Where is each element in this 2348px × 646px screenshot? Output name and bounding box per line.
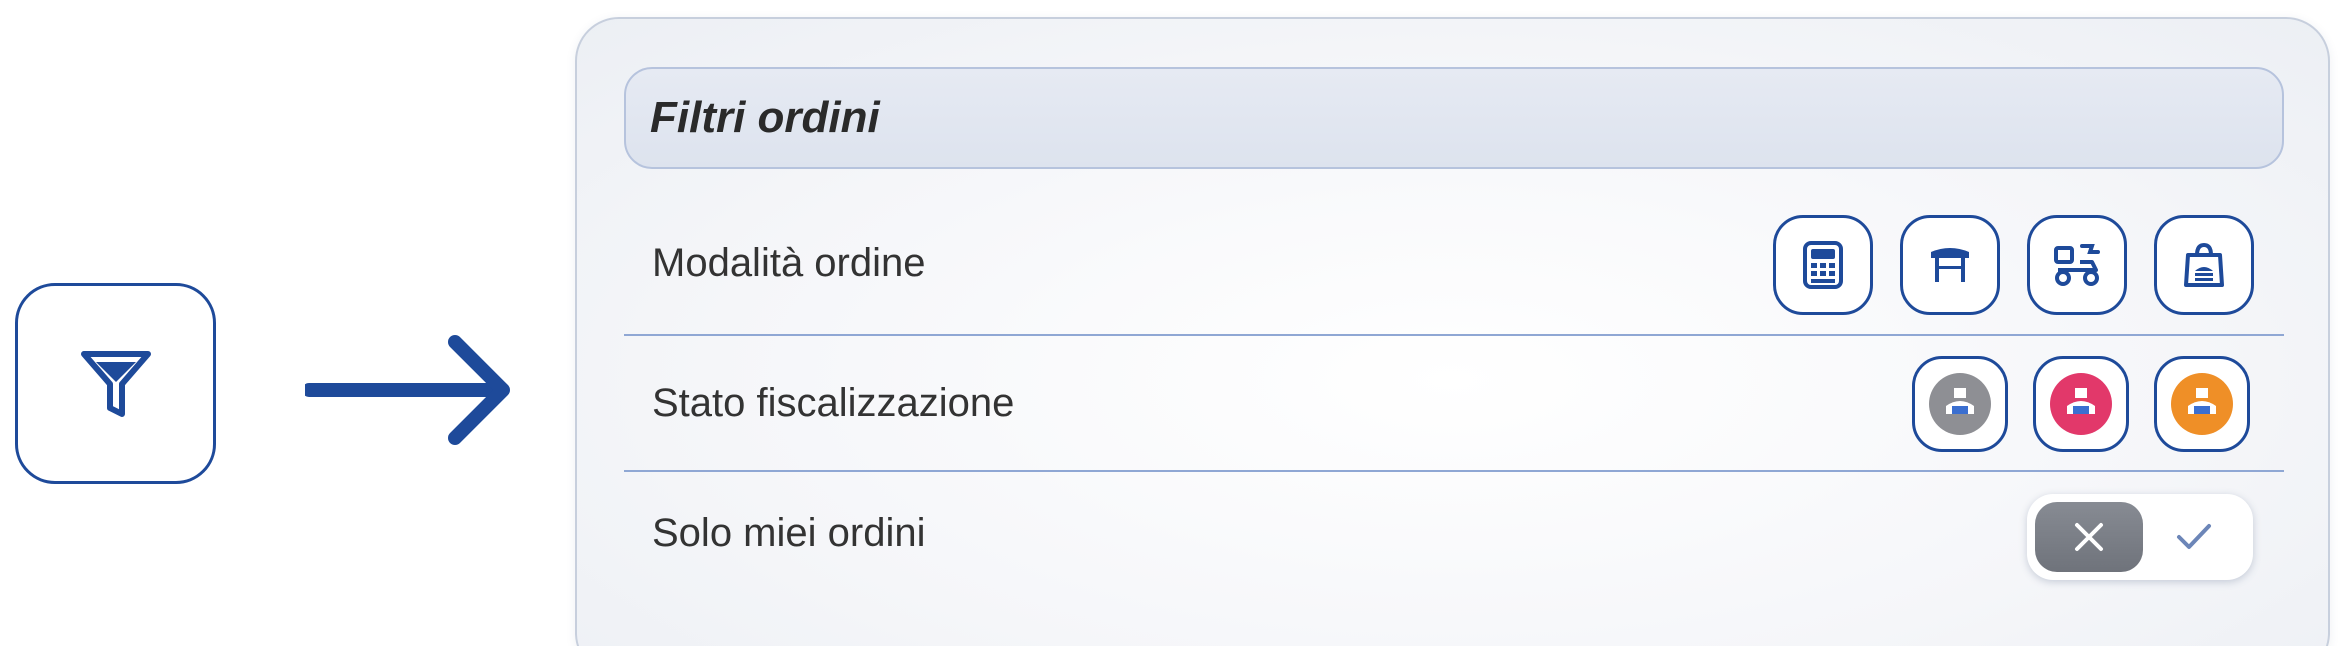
arrow-right-icon	[305, 335, 510, 445]
my-orders-toggle[interactable]	[2027, 494, 2253, 580]
fiscal-status-error-button[interactable]	[2033, 356, 2129, 452]
close-icon	[2075, 523, 2103, 551]
fiscal-status-pending-button[interactable]	[2154, 356, 2250, 452]
filter-button[interactable]	[15, 283, 216, 484]
receipt-printer-icon	[1946, 388, 1974, 414]
check-icon	[2177, 524, 2211, 549]
order-mode-table-button[interactable]	[1900, 215, 2000, 315]
my-orders-label: Solo miei ordini	[652, 511, 926, 555]
fiscal-status-orange-dot	[2171, 373, 2233, 435]
receipt-printer-icon	[2067, 388, 2095, 414]
order-mode-counter-button[interactable]	[1773, 215, 1873, 315]
fiscal-status-unfiscalized-button[interactable]	[1912, 356, 2008, 452]
fiscal-status-grey-dot	[1929, 373, 1991, 435]
row-divider	[624, 334, 2284, 336]
scooter-delivery-icon	[2054, 244, 2100, 286]
filter-icon	[80, 350, 151, 417]
fiscal-status-red-dot	[2050, 373, 2112, 435]
toggle-on-segment[interactable]	[2143, 502, 2245, 572]
row-divider	[624, 470, 2284, 472]
order-filters-panel: Filtri ordini Modalità ordine Stato fisc…	[575, 17, 2330, 646]
order-mode-takeaway-button[interactable]	[2154, 215, 2254, 315]
cash-register-icon	[1803, 241, 1843, 289]
order-mode-label: Modalità ordine	[652, 241, 926, 285]
fiscal-status-label: Stato fiscalizzazione	[652, 381, 1015, 425]
table-icon	[1931, 248, 1969, 282]
receipt-printer-icon	[2188, 388, 2216, 414]
panel-title: Filtri ordini	[650, 93, 880, 142]
toggle-off-segment[interactable]	[2035, 502, 2143, 572]
takeaway-bag-icon	[2184, 242, 2224, 287]
order-mode-delivery-button[interactable]	[2027, 215, 2127, 315]
stage: Filtri ordini Modalità ordine Stato fisc…	[0, 0, 2348, 646]
panel-header: Filtri ordini	[624, 67, 2284, 169]
